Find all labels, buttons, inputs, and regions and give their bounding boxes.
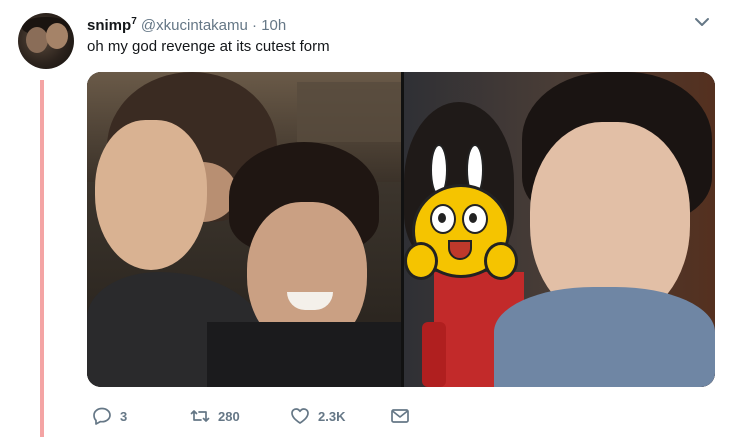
timestamp[interactable]: 10h (261, 17, 286, 34)
reply-button[interactable]: 3 (92, 404, 127, 428)
retweet-icon (190, 410, 210, 422)
envelope-icon (391, 409, 409, 423)
like-count: 2.3K (318, 408, 346, 424)
thread-line (40, 80, 44, 437)
right-photo[interactable] (404, 72, 715, 387)
retweet-button[interactable]: 280 (190, 404, 240, 428)
tweet-text: oh my god revenge at its cutest form (87, 38, 330, 55)
avatar[interactable] (18, 13, 74, 69)
handle[interactable]: @xkucintakamu (141, 17, 248, 34)
reply-count: 3 (120, 408, 128, 424)
name-badge: 7 (131, 16, 137, 27)
retweet-count: 280 (218, 408, 240, 424)
tweet-header: snimp7 @xkucintakamu · 10h (87, 12, 286, 36)
media-grid (87, 72, 715, 387)
left-photo[interactable] (87, 72, 401, 387)
display-name[interactable]: snimp7 (87, 16, 137, 34)
reply-icon (93, 407, 111, 425)
separator: · (252, 17, 258, 34)
like-button[interactable]: 2.3K (290, 404, 345, 428)
chevron-down-icon[interactable] (694, 15, 710, 29)
heart-icon (291, 408, 309, 424)
direct-message-button[interactable] (390, 404, 410, 428)
